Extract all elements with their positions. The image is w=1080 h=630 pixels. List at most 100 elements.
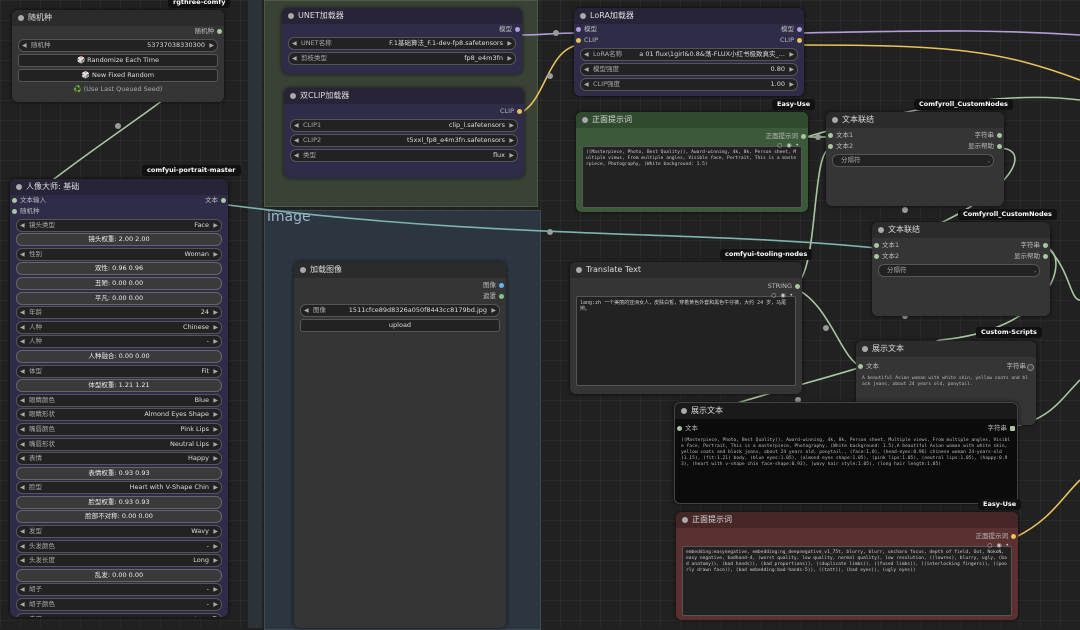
text-output-socket[interactable] — [221, 198, 226, 203]
lora-node-title[interactable]: LoRA加载器 — [574, 8, 804, 24]
portrait-slider-widget[interactable]: 镜头权重: 2.00 2.00 — [16, 233, 222, 247]
chevron-left-icon[interactable]: ◀ — [20, 336, 25, 347]
chevron-right-icon[interactable]: ▶ — [213, 453, 218, 464]
chevron-left-icon[interactable]: ◀ — [20, 453, 25, 464]
positive-prompt-output-socket[interactable] — [801, 134, 806, 139]
concat2-input2-socket[interactable] — [874, 254, 879, 259]
portrait-slider-widget[interactable]: 人种融合: 0.00 0.00 — [16, 349, 222, 363]
use-last-seed-button[interactable]: ♻️ (Use Last Queued Seed) — [18, 84, 218, 95]
portrait-combo-widget[interactable]: ◀ 脸型 Heart with V-Shape Chin ▶ — [16, 481, 222, 495]
concat1-input2-socket[interactable] — [828, 144, 833, 149]
show-text-node-2[interactable]: 展示文本 文本 字符串 ((Masterpiece, Photo, Best Qu… — [674, 402, 1018, 504]
clip2-widget[interactable]: ◀ CLIP2 t5xxl_fp8_e4m3fn.safetensors ▶ — [290, 134, 518, 147]
chevron-left-icon[interactable]: ◀ — [20, 395, 25, 406]
chevron-right-icon[interactable]: ▶ — [213, 307, 218, 318]
portrait-master-title[interactable]: 人像大师: 基础 — [10, 179, 228, 195]
negative-prompt-output-socket[interactable] — [1011, 534, 1016, 539]
portrait-combo-widget[interactable]: ◀ 人种 Chinese ▶ — [16, 320, 222, 334]
portrait-combo-widget[interactable]: ◀ 性别 Woman ▶ — [16, 247, 222, 261]
chevron-left-icon[interactable]: ◀ — [294, 120, 299, 131]
chevron-right-icon[interactable]: ▶ — [789, 64, 794, 75]
chevron-left-icon[interactable]: ◀ — [20, 424, 25, 435]
chevron-right-icon[interactable]: ▶ — [789, 79, 794, 90]
positive-prompt-textarea[interactable]: ((Masterpiece, Photo, Best Quality)), Aw… — [582, 146, 802, 208]
chevron-left-icon[interactable]: ◀ — [22, 40, 27, 51]
chevron-left-icon[interactable]: ◀ — [584, 49, 589, 60]
show-text1-output-socket[interactable] — [1027, 364, 1034, 371]
clip1-widget[interactable]: ◀ CLIP1 clip_l.safetensors ▶ — [290, 119, 518, 132]
load-image-title[interactable]: 加载图像 — [294, 262, 506, 278]
image-output-socket[interactable] — [499, 283, 504, 288]
lora-output-model-socket[interactable] — [797, 27, 802, 32]
chevron-left-icon[interactable]: ◀ — [20, 366, 25, 377]
seed-node[interactable]: 随机种 随机种 ◀ 随机种 53737038330300 ▶ 🎲 Randomize … — [12, 10, 224, 102]
upload-button[interactable]: upload — [300, 319, 500, 332]
positive-prompt-node[interactable]: 正面提示词 正面提示词 ○ ◉ • ((Masterpiece, Photo, … — [576, 112, 808, 212]
clip-output-socket[interactable] — [517, 109, 522, 114]
concat1-input1-socket[interactable] — [828, 133, 833, 138]
chevron-left-icon[interactable]: ◀ — [20, 526, 25, 537]
portrait-combo-widget[interactable]: ◀ 头发长度 Long ▶ — [16, 554, 222, 568]
concat2-input1-socket[interactable] — [874, 243, 879, 248]
portrait-slider-widget[interactable]: 脸型权重: 0.93 0.93 — [16, 495, 222, 509]
text-input-socket[interactable] — [12, 198, 17, 203]
load-image-node[interactable]: 加载图像 图像 遮罩 ◀ 图像 1511cfce89d8326a050f8443cc… — [294, 262, 506, 628]
concat2-output-string-socket[interactable] — [1043, 243, 1048, 248]
unet-loader-node[interactable]: UNET加载器 模型 ◀ UNET名称 F.1基础算法_F.1-dev-fp8.sa… — [282, 8, 522, 74]
dual-clip-loader-node[interactable]: 双CLIP加载器 CLIP ◀ CLIP1 clip_l.safetensors ▶ … — [284, 88, 524, 178]
weight-dtype-widget[interactable]: ◀ 剪枝类型 fp8_e4m3fn ▶ — [288, 52, 516, 65]
portrait-combo-widget[interactable]: ◀ 胡子 - ▶ — [16, 583, 222, 597]
portrait-combo-widget[interactable]: ◀ 人种 - ▶ — [16, 335, 222, 349]
portrait-slider-widget[interactable]: 表情权重: 0.93 0.93 — [16, 466, 222, 480]
chevron-right-icon[interactable]: ▶ — [509, 135, 514, 146]
chevron-right-icon[interactable]: ▶ — [491, 305, 496, 316]
portrait-combo-widget[interactable]: ◀ 体型 Fit ▶ — [16, 364, 222, 378]
chevron-right-icon[interactable]: ▶ — [213, 366, 218, 377]
chevron-right-icon[interactable]: ▶ — [509, 120, 514, 131]
chevron-left-icon[interactable]: ◀ — [20, 482, 25, 493]
show-text2-output-socket[interactable] — [1010, 426, 1015, 431]
chevron-left-icon[interactable]: ◀ — [20, 249, 25, 260]
chevron-right-icon[interactable]: ▶ — [213, 584, 218, 595]
seed-input-socket[interactable] — [12, 209, 17, 214]
chevron-left-icon[interactable]: ◀ — [20, 555, 25, 566]
chevron-right-icon[interactable]: ▶ — [213, 409, 218, 420]
chevron-left-icon[interactable]: ◀ — [294, 135, 299, 146]
chevron-right-icon[interactable]: ▶ — [509, 150, 514, 161]
concat2-separator-field[interactable]: 分隔符, — [878, 264, 1040, 277]
lora-loader-node[interactable]: LoRA加载器 模型 模型 CLIP CLIP ◀ LoRA名称 a 01 flux\1… — [574, 8, 804, 96]
chevron-right-icon[interactable]: ▶ — [213, 555, 218, 566]
portrait-master-node[interactable]: 人像大师: 基础 文本输入 文本 随机种 ◀ 镜头类型 Face ▶ 镜头权重: 2.00… — [10, 179, 228, 617]
chevron-right-icon[interactable]: ▶ — [213, 322, 218, 333]
chevron-right-icon[interactable]: ▶ — [213, 541, 218, 552]
portrait-slider-widget[interactable]: 脸部不对称: 0.00 0.00 — [16, 510, 222, 524]
chevron-right-icon[interactable]: ▶ — [213, 249, 218, 260]
translate-text-node[interactable]: Translate Text STRING ○ ◉ • lang:zh 一个美丽… — [570, 262, 802, 394]
portrait-slider-widget[interactable]: 双性: 0.96 0.96 — [16, 262, 222, 276]
chevron-left-icon[interactable]: ◀ — [20, 584, 25, 595]
negative-prompt-textarea[interactable]: embedding:easynegative, embedding:ng_dee… — [682, 546, 1012, 616]
negative-prompt-title[interactable]: 正面提示词 — [676, 512, 1018, 528]
chevron-right-icon[interactable]: ▶ — [507, 53, 512, 64]
chevron-left-icon[interactable]: ◀ — [20, 599, 25, 610]
lora-input-model-socket[interactable] — [576, 27, 581, 32]
chevron-right-icon[interactable]: ▶ — [213, 220, 218, 231]
portrait-combo-widget[interactable]: ◀ 胡子颜色 - ▶ — [16, 598, 222, 612]
chevron-right-icon[interactable]: ▶ — [213, 526, 218, 537]
chevron-left-icon[interactable]: ◀ — [20, 322, 25, 333]
concat1-separator-field[interactable]: 分隔符, — [832, 154, 994, 167]
chevron-right-icon[interactable]: ▶ — [209, 40, 214, 51]
chevron-left-icon[interactable]: ◀ — [20, 307, 25, 318]
chevron-left-icon[interactable]: ◀ — [20, 541, 25, 552]
chevron-right-icon[interactable]: ▶ — [213, 439, 218, 450]
seed-node-title[interactable]: 随机种 — [12, 10, 224, 26]
portrait-combo-widget[interactable]: ◀ 眼睛形状 Almond Eyes Shape ▶ — [16, 408, 222, 422]
text-concat-node-2[interactable]: 文本联结 文本1 字符串 文本2 显示帮助 分隔符, — [872, 222, 1050, 316]
concat1-output-help-socket[interactable] — [997, 144, 1002, 149]
portrait-slider-widget[interactable]: 体型权重: 1.21 1.21 — [16, 379, 222, 393]
portrait-combo-widget[interactable]: ◀ 嘴唇颜色 Pink Lips ▶ — [16, 422, 222, 436]
chevron-left-icon[interactable]: ◀ — [20, 439, 25, 450]
negative-prompt-node[interactable]: 正面提示词 正面提示词 ○ ◉ • embedding:easynegative… — [676, 512, 1018, 620]
chevron-left-icon[interactable]: ◀ — [584, 79, 589, 90]
portrait-toggle-widget[interactable]: 启用 true — [16, 612, 222, 617]
